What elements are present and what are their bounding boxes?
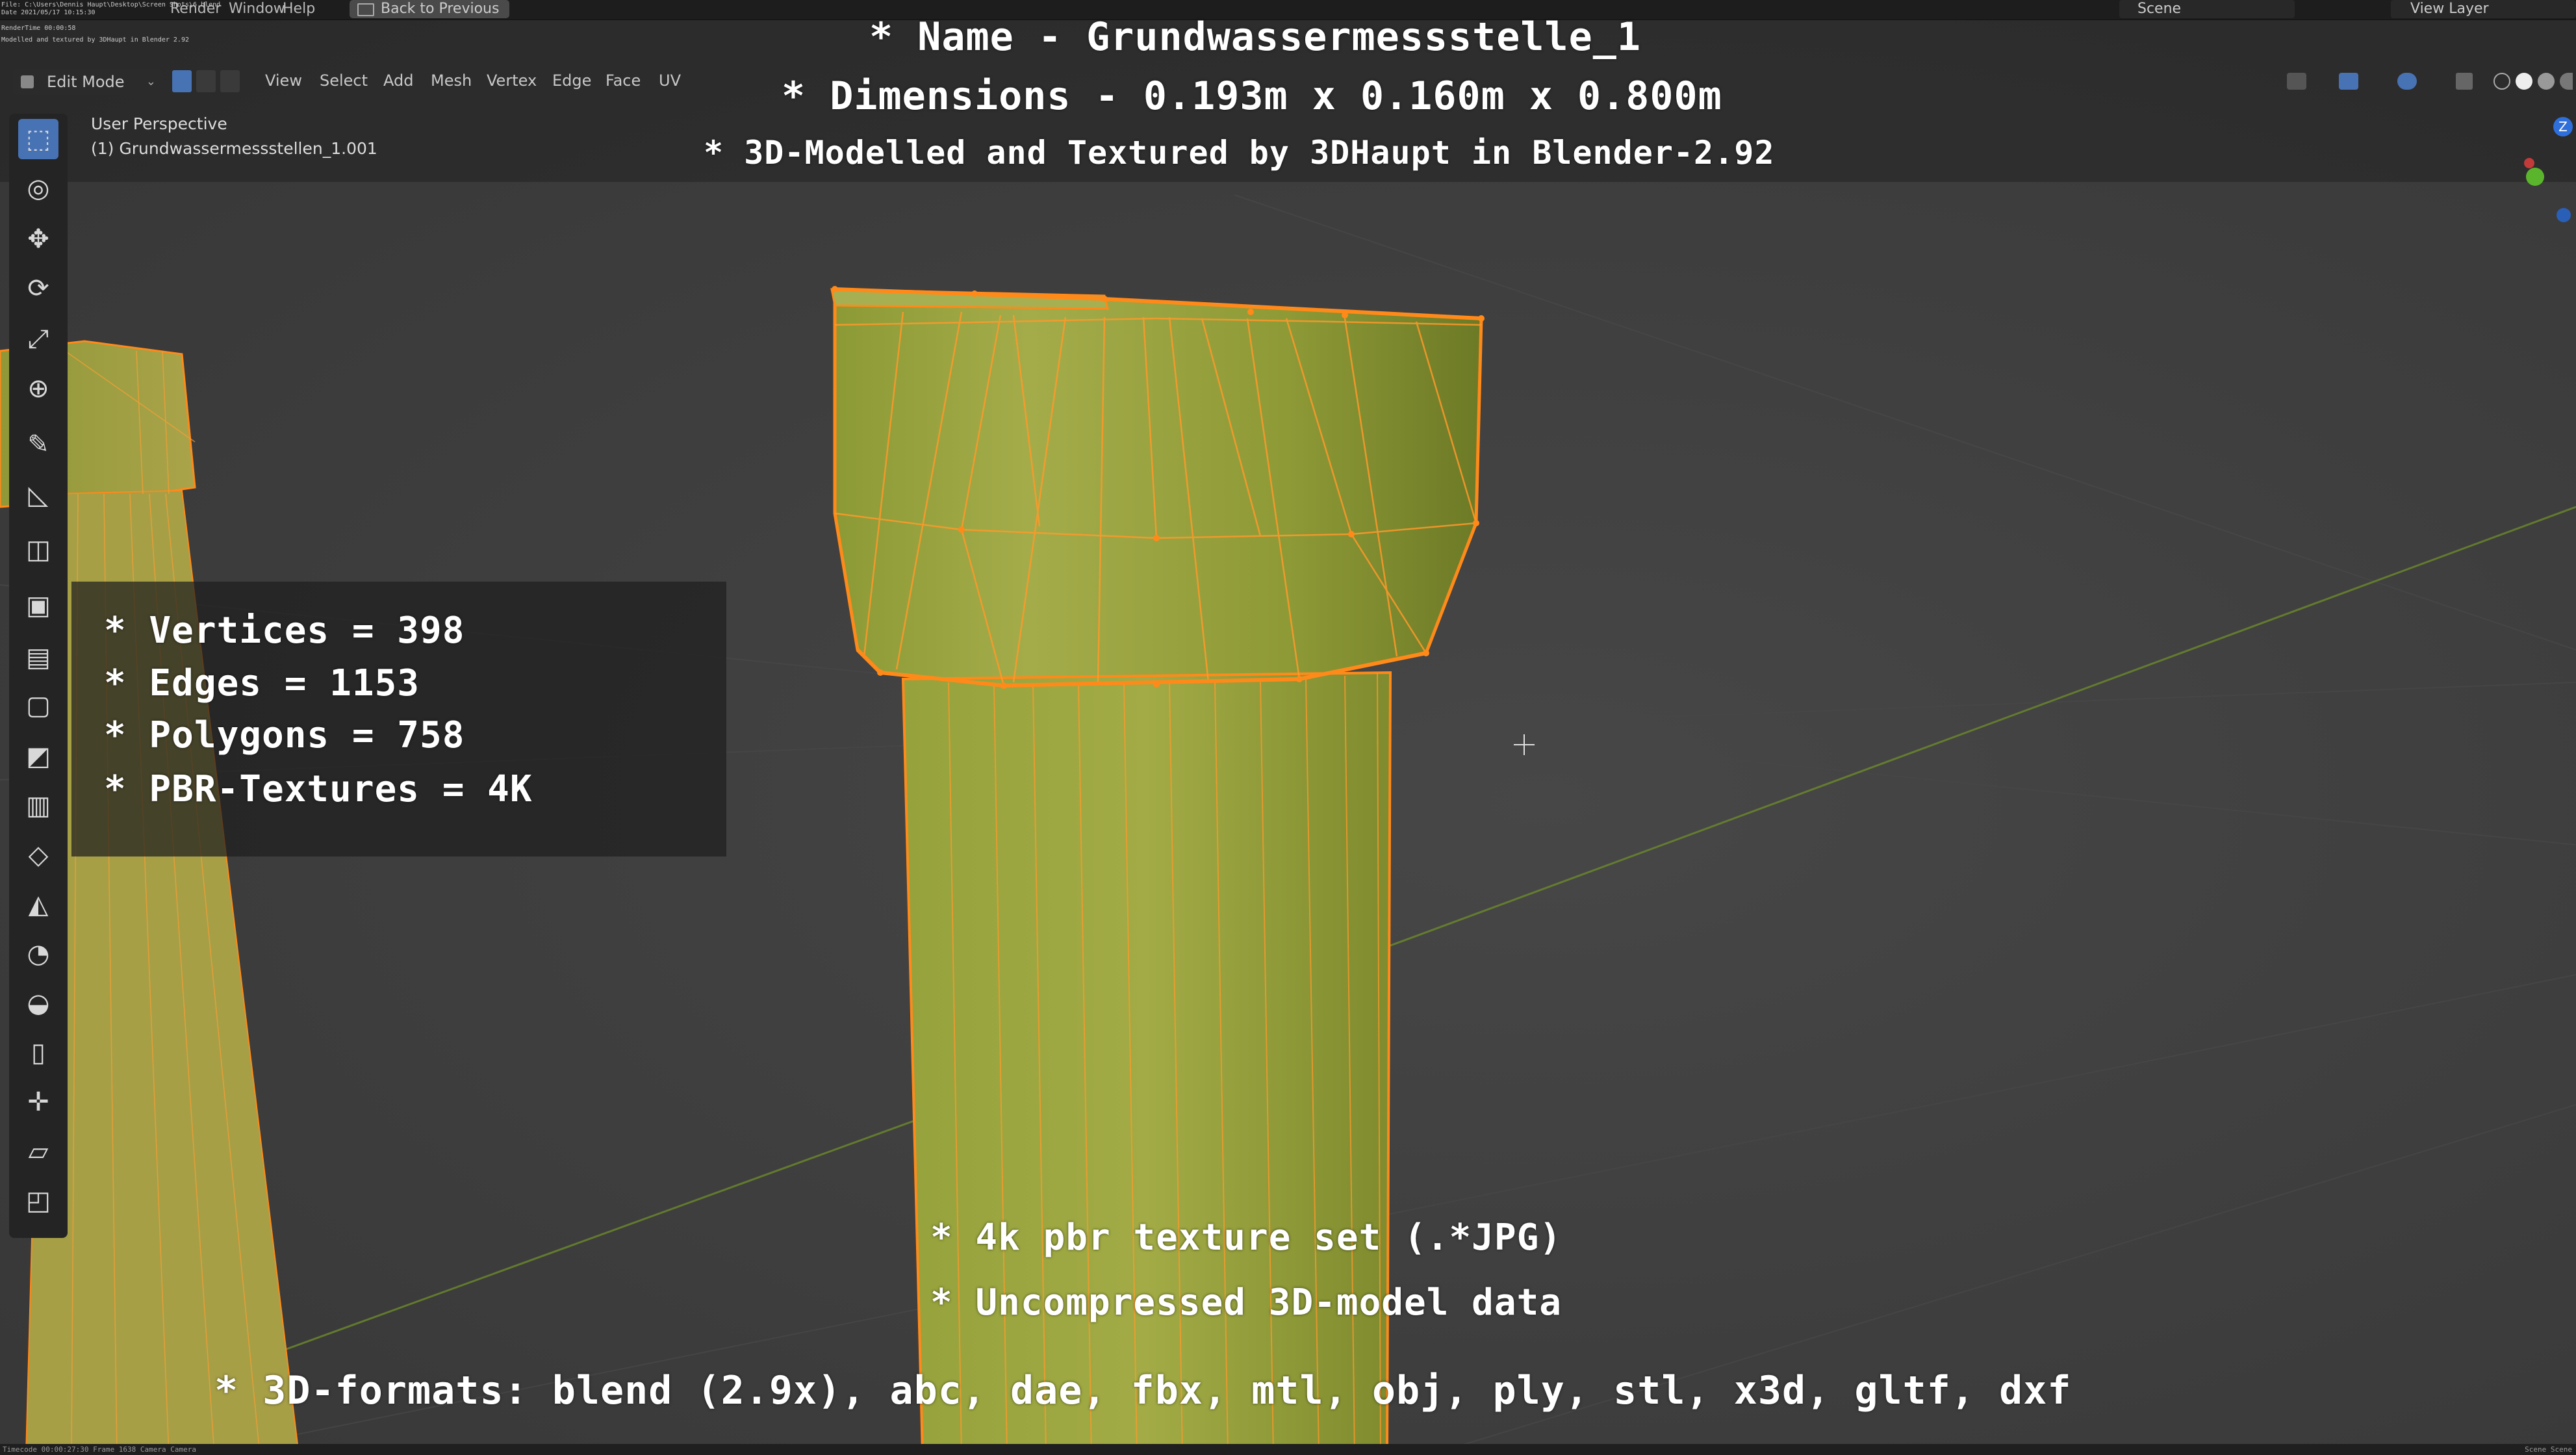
z-axis-icon[interactable]: Z: [2553, 117, 2573, 136]
cursor-icon[interactable]: ◎: [18, 168, 58, 209]
loop-cut-icon[interactable]: ▥: [18, 786, 58, 826]
uncompressed-data-caption: * Uncompressed 3D-model data: [930, 1281, 1562, 1324]
x-axis-icon[interactable]: [2524, 158, 2534, 168]
extrude-icon[interactable]: ▤: [18, 637, 58, 678]
status-scene: Scene Scene: [2525, 1445, 2572, 1454]
xray-toggle-icon[interactable]: [2456, 73, 2473, 90]
view-layer-selector[interactable]: View Layer: [2391, 0, 2576, 18]
tool-shelf: ⬚ ◎ ✥ ⟳ ⤢ ⊕ ✎ ◺ ◫ ▣ ▤ ▢ ◩ ▥ ◇ ◭ ◔ ◒ ▯ ✛ …: [9, 114, 68, 1238]
vertex-select-mode-button[interactable]: [172, 70, 192, 92]
menu-window[interactable]: Window: [229, 1, 285, 17]
file-info-line: RenderTime 00:00:58: [1, 25, 76, 32]
file-info-line: Modelled and textured by 3DHaupt in Blen…: [1, 36, 189, 44]
status-timecode: Timecode 00:00:27:30 Frame 1638 Camera C…: [3, 1445, 197, 1454]
inset-faces-icon[interactable]: ▢: [18, 686, 58, 726]
formats-caption: * 3D-formats: blend (2.9x), abc, dae, fb…: [214, 1368, 2072, 1413]
move-icon[interactable]: ✥: [18, 219, 58, 259]
file-info-line: File: C:\Users\Dennis Haupt\Desktop\Scre…: [1, 1, 221, 8]
chevron-down-icon: ⌄: [146, 75, 156, 88]
status-bar: Timecode 00:00:27:30 Frame 1638 Camera C…: [0, 1444, 2576, 1455]
wireframe-shading-icon[interactable]: [2493, 73, 2510, 90]
rip-region-icon[interactable]: ◰: [18, 1181, 58, 1221]
menu-view[interactable]: View: [265, 71, 302, 90]
back-to-previous-label: Back to Previous: [381, 1, 500, 17]
back-to-previous-button[interactable]: Back to Previous: [350, 0, 510, 18]
measure-icon[interactable]: ◺: [18, 475, 58, 515]
select-box-icon[interactable]: ⬚: [18, 119, 58, 159]
negative-z-axis-icon[interactable]: [2557, 208, 2571, 222]
menu-help[interactable]: Help: [283, 1, 315, 17]
file-info-line: Date 2021/05/17 10:15:30: [1, 9, 96, 16]
material-shading-icon[interactable]: [2538, 73, 2555, 90]
menu-face[interactable]: Face: [606, 71, 641, 90]
screen-icon: [357, 3, 374, 16]
shrink-fatten-icon[interactable]: ✛: [18, 1082, 58, 1122]
edge-slide-icon[interactable]: ▯: [18, 1033, 58, 1073]
menu-select[interactable]: Select: [320, 71, 368, 90]
mode-selector[interactable]: Edit Mode ⌄: [13, 69, 162, 95]
bevel-icon[interactable]: ◩: [18, 736, 58, 777]
model-name-caption: * Name - Grundwassermessstelle_1: [869, 14, 1641, 60]
viewport-shading-controls: [2287, 70, 2573, 94]
menu-mesh[interactable]: Mesh: [431, 71, 472, 90]
stats-panel: * Vertices = 398 * Edges = 1153 * Polygo…: [71, 582, 726, 856]
shear-icon[interactable]: ▱: [18, 1131, 58, 1172]
knife-icon[interactable]: ◇: [18, 835, 58, 875]
scene-label: Scene: [2137, 1, 2182, 17]
spin-icon[interactable]: ◔: [18, 934, 58, 974]
rotate-icon[interactable]: ⟳: [18, 268, 58, 309]
annotate-icon[interactable]: ✎: [18, 424, 58, 465]
texture-set-caption: * 4k pbr texture set (.*JPG): [930, 1217, 1562, 1259]
overlay-toggle-icon[interactable]: [2397, 73, 2417, 90]
textures-stat: * PBR-Textures = 4K: [104, 768, 533, 810]
menu-vertex[interactable]: Vertex: [487, 71, 537, 90]
menu-edge[interactable]: Edge: [552, 71, 591, 90]
smooth-icon[interactable]: ◒: [18, 983, 58, 1024]
gizmo-toggle-icon[interactable]: [2339, 73, 2358, 90]
model-dimensions-caption: * Dimensions - 0.193m x 0.160m x 0.800m: [782, 73, 1722, 119]
face-select-mode-button[interactable]: [220, 70, 240, 92]
main-mesh-object[interactable]: [830, 286, 1485, 1455]
active-object-label: (1) Grundwassermessstellen_1.001: [91, 139, 377, 158]
vertices-stat: * Vertices = 398: [104, 610, 465, 652]
extrude-region-icon[interactable]: ▣: [18, 586, 58, 626]
menu-add[interactable]: Add: [383, 71, 413, 90]
poly-build-icon[interactable]: ◭: [18, 884, 58, 925]
add-cube-icon[interactable]: ◫: [18, 530, 58, 570]
mode-label: Edit Mode: [47, 73, 125, 91]
edit-mode-icon: [21, 75, 34, 88]
y-axis-icon[interactable]: [2526, 168, 2544, 186]
perspective-label: User Perspective: [91, 114, 227, 133]
edges-stat: * Edges = 1153: [104, 662, 420, 704]
visibility-icon[interactable]: [2287, 73, 2306, 90]
polygons-stat: * Polygons = 758: [104, 714, 465, 756]
scene-selector[interactable]: Scene: [2119, 0, 2295, 18]
model-credits-caption: * 3D-Modelled and Textured by 3DHaupt in…: [704, 134, 1775, 172]
view-layer-label: View Layer: [2410, 1, 2489, 17]
edge-select-mode-button[interactable]: [196, 70, 216, 92]
menu-uv[interactable]: UV: [659, 71, 681, 90]
rendered-shading-icon[interactable]: [2560, 73, 2573, 90]
solid-shading-icon[interactable]: [2516, 73, 2532, 90]
scale-icon[interactable]: ⤢: [18, 319, 58, 359]
transform-icon[interactable]: ⊕: [18, 368, 58, 409]
